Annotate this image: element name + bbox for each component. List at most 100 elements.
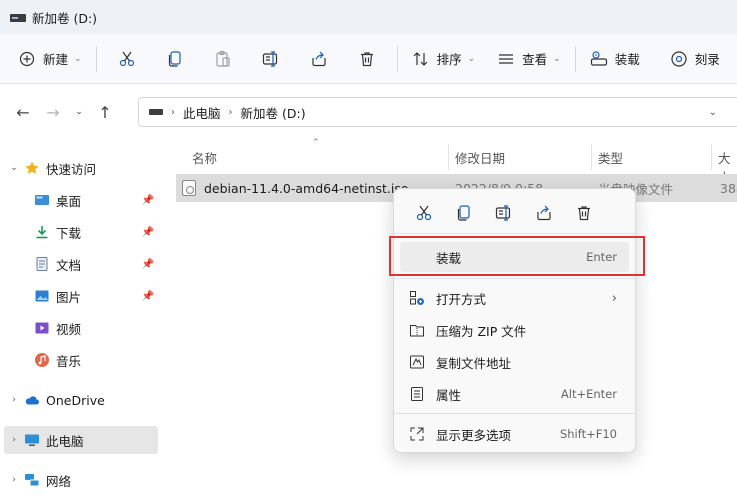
pin-icon: 📌 xyxy=(141,290,154,302)
sidebar-item-label: 网络 xyxy=(46,473,72,489)
sidebar-item-downloads[interactable]: 下载 📌 xyxy=(4,218,158,246)
view-button-label: 查看 xyxy=(522,52,548,67)
copy-button[interactable] xyxy=(151,41,199,77)
sidebar-item-label: 视频 xyxy=(56,321,82,337)
toolbar-divider xyxy=(95,45,97,72)
chevron-right-icon[interactable]: › xyxy=(4,435,24,445)
chevron-down-icon: ⌄ xyxy=(75,107,83,117)
back-button[interactable]: ← xyxy=(8,97,38,127)
context-cut-button[interactable] xyxy=(404,199,444,229)
sidebar-item-documents[interactable]: 文档 📌 xyxy=(4,250,158,278)
navigation-pane: ⌄ 快速访问 桌面 📌 下载 📌 文档 📌 图片 📌 视频 音乐 › OneDr… xyxy=(0,140,162,497)
sidebar-item-label: OneDrive xyxy=(46,392,105,408)
menu-item-label: 打开方式 xyxy=(436,291,487,307)
pin-icon: 📌 xyxy=(141,226,154,238)
chevron-right-icon[interactable]: › xyxy=(4,475,24,485)
chevron-down-icon[interactable]: ⌄ xyxy=(4,163,24,173)
menu-divider xyxy=(394,413,635,414)
sidebar-item-label: 文档 xyxy=(56,257,82,273)
menu-item-properties[interactable]: 属性 Alt+Enter xyxy=(400,379,629,409)
new-button[interactable]: 新建 ⌄ xyxy=(10,41,90,77)
toolbar-divider xyxy=(396,45,398,72)
sidebar-item-label: 桌面 xyxy=(56,193,82,209)
cut-button[interactable] xyxy=(103,41,151,77)
share-icon xyxy=(310,50,328,68)
music-icon xyxy=(34,352,50,368)
rename-icon xyxy=(262,50,280,68)
navigation-bar: ← → ⌄ ↑ › 此电脑 › 新加卷 (D:) ⌄ xyxy=(0,84,737,140)
burn-button[interactable]: 刻录 xyxy=(662,41,728,77)
breadcrumb-this-pc[interactable]: 此电脑 xyxy=(183,103,221,122)
menu-item-open-with[interactable]: 打开方式 › xyxy=(400,283,629,313)
mount-button-label: 装载 xyxy=(614,52,640,67)
context-menu: 装载 Enter 打开方式 › 压缩为 ZIP 文件 复制文件地址 属性 Alt… xyxy=(393,188,636,453)
sidebar-item-network[interactable]: › 网络 xyxy=(4,466,158,494)
column-divider[interactable] xyxy=(448,144,449,170)
menu-item-compress-zip[interactable]: 压缩为 ZIP 文件 xyxy=(400,315,629,345)
column-header-date[interactable]: 修改日期 xyxy=(455,148,505,167)
mount-button[interactable]: 装载 xyxy=(582,41,648,77)
toolbar-divider xyxy=(574,45,576,72)
context-share-button[interactable] xyxy=(524,199,564,229)
share-button[interactable] xyxy=(295,41,343,77)
trash-icon xyxy=(575,204,593,225)
arrow-right-icon: → xyxy=(46,102,60,122)
drive-icon xyxy=(10,11,26,24)
sidebar-item-desktop[interactable]: 桌面 📌 xyxy=(4,186,158,214)
arrow-up-icon: ↑ xyxy=(98,102,112,122)
star-icon xyxy=(24,160,40,176)
sidebar-item-label: 快速访问 xyxy=(46,161,97,177)
context-rename-button[interactable] xyxy=(484,199,524,229)
menu-item-label: 复制文件地址 xyxy=(436,355,512,371)
menu-item-label: 显示更多选项 xyxy=(436,427,512,443)
arrow-left-icon: ← xyxy=(16,102,30,122)
menu-item-copy-path[interactable]: 复制文件地址 xyxy=(400,347,629,377)
menu-item-label: 压缩为 ZIP 文件 xyxy=(436,323,527,339)
context-delete-button[interactable] xyxy=(564,199,604,229)
recent-locations-button[interactable]: ⌄ xyxy=(68,97,90,127)
copy-icon xyxy=(166,50,184,68)
sort-button[interactable]: 排序 ⌄ xyxy=(404,41,484,77)
sidebar-item-music[interactable]: 音乐 xyxy=(4,346,158,374)
column-divider[interactable] xyxy=(711,144,712,170)
sidebar-item-videos[interactable]: 视频 xyxy=(4,314,158,342)
scissors-icon xyxy=(118,50,136,68)
sidebar-item-pictures[interactable]: 图片 📌 xyxy=(4,282,158,310)
sidebar-item-onedrive[interactable]: › OneDrive xyxy=(4,386,158,414)
menu-item-show-more-options[interactable]: 显示更多选项 Shift+F10 xyxy=(400,419,629,449)
paste-button[interactable] xyxy=(199,41,247,77)
menu-item-shortcut: Shift+F10 xyxy=(559,427,617,441)
sort-ascending-icon: ⌃ xyxy=(312,138,320,148)
sidebar-item-this-pc[interactable]: › 此电脑 xyxy=(4,426,158,454)
column-headers: ⌃ 名称 修改日期 类型 大小 xyxy=(162,138,737,185)
sidebar-item-quick-access[interactable]: ⌄ 快速访问 xyxy=(4,154,158,182)
context-copy-button[interactable] xyxy=(444,199,484,229)
address-dropdown-icon[interactable]: ⌄ xyxy=(709,107,717,118)
forward-button[interactable]: → xyxy=(38,97,68,127)
burn-button-label: 刻录 xyxy=(694,52,720,67)
properties-icon xyxy=(408,385,426,403)
column-header-name[interactable]: 名称 xyxy=(192,148,217,167)
list-view-icon xyxy=(497,50,515,68)
address-bar[interactable]: › 此电脑 › 新加卷 (D:) ⌄ xyxy=(138,97,737,127)
picture-icon xyxy=(34,288,50,304)
open-with-icon xyxy=(408,289,426,307)
menu-item-shortcut: Alt+Enter xyxy=(560,387,617,401)
file-size: 388 xyxy=(720,180,737,196)
chevron-down-icon: ⌄ xyxy=(74,53,82,64)
network-icon xyxy=(24,472,40,488)
delete-button[interactable] xyxy=(343,41,391,77)
breadcrumb-drive[interactable]: 新加卷 (D:) xyxy=(241,103,306,122)
rename-button[interactable] xyxy=(247,41,295,77)
mount-drive-icon xyxy=(590,50,608,68)
zip-folder-icon xyxy=(408,321,426,339)
column-divider[interactable] xyxy=(591,144,592,170)
sidebar-item-label: 下载 xyxy=(56,225,82,241)
chevron-right-icon[interactable]: › xyxy=(4,395,24,405)
download-icon xyxy=(34,224,50,240)
column-header-type[interactable]: 类型 xyxy=(598,148,623,167)
view-button[interactable]: 查看 ⌄ xyxy=(489,41,569,77)
new-button-label: 新建 xyxy=(43,52,69,67)
sort-button-label: 排序 xyxy=(436,52,462,67)
up-button[interactable]: ↑ xyxy=(90,97,120,127)
